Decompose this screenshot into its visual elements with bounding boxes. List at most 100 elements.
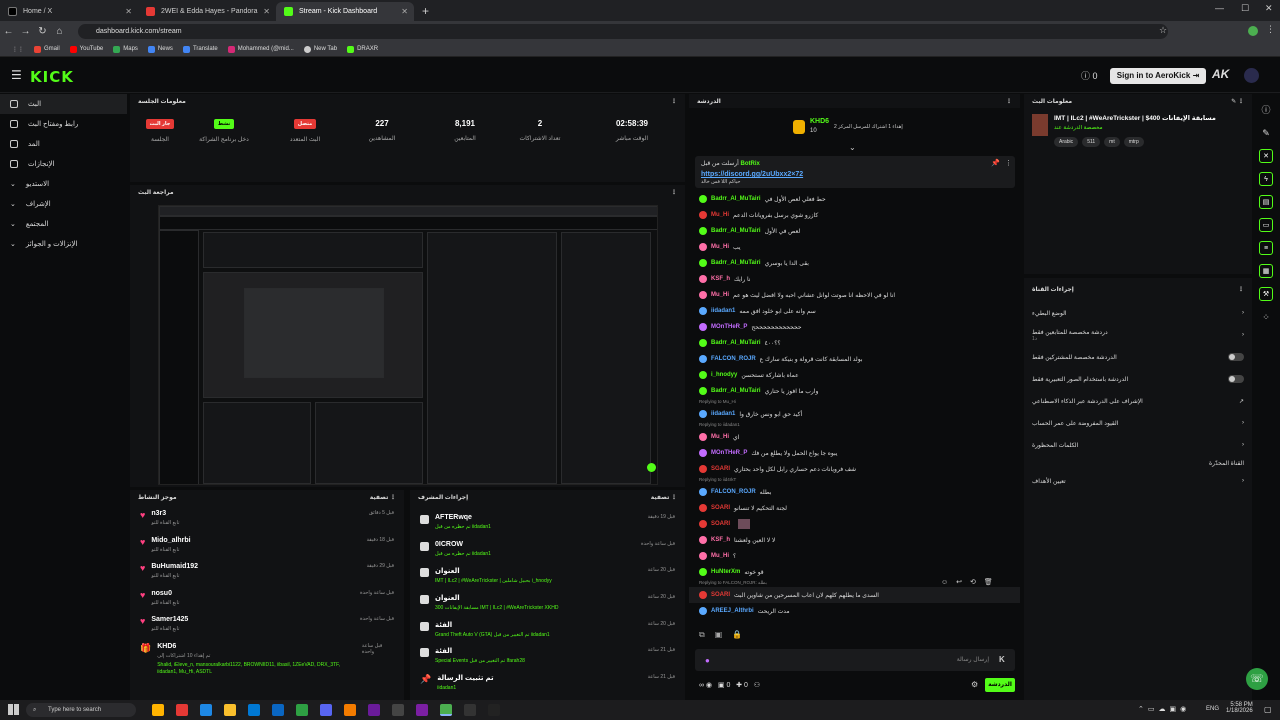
chat-message[interactable]: Badrr_Al_MuTairi لعص في الأول: [689, 223, 1020, 239]
bookmark-new-tab[interactable]: New Tab: [303, 45, 337, 53]
close-icon[interactable]: ✕: [401, 7, 408, 16]
minimize-icon[interactable]: —: [1215, 3, 1224, 13]
store-icon[interactable]: [248, 704, 260, 716]
chat-message[interactable]: Badrr_Al_MuTairi حط فعلي لعص الأول في: [689, 191, 1020, 207]
grid-icon[interactable]: ▦: [1259, 264, 1273, 278]
filter-button[interactable]: تصفية: [370, 495, 389, 501]
bookmark-news[interactable]: News: [147, 45, 173, 53]
info-icon[interactable]: ⓘ: [1259, 103, 1273, 117]
star-icon[interactable]: ☆: [1159, 25, 1167, 36]
tag[interactable]: 511: [1082, 137, 1101, 147]
clock[interactable]: 5:58 PM 1/18/2026: [1226, 702, 1253, 714]
setting-followers-only[interactable]: دردشة مخصصة للمتابعين فقط 1د ›: [1024, 324, 1252, 346]
system-tray-icons[interactable]: ⌃▭☁▣◉: [1138, 705, 1190, 713]
message-hover-actions[interactable]: ☺↩⟲🗑: [941, 578, 1001, 586]
folder-icon[interactable]: [224, 704, 236, 716]
discord-icon[interactable]: [320, 704, 332, 716]
tag[interactable]: mtrp: [1123, 137, 1144, 147]
chrome-icon[interactable]: [440, 704, 452, 716]
lightning-icon[interactable]: ϟ: [1259, 172, 1273, 186]
send-chat-button[interactable]: الدردشة: [985, 678, 1015, 692]
chat-message[interactable]: Mu_Hi اي: [689, 429, 1020, 445]
menu-icon[interactable]: ⋮: [1266, 24, 1275, 35]
chat-message[interactable]: AREEJ_Althrbi مدت الريحت: [689, 603, 1020, 619]
chat-message[interactable]: SOARI لجنة التحكيم لا تنسانو: [689, 500, 1020, 516]
more-icon[interactable]: ⋮: [1005, 159, 1012, 167]
windows-start-icon[interactable]: [8, 704, 19, 715]
emote-picker-icon[interactable]: K: [999, 655, 1005, 664]
chat-message[interactable]: Mu_Hi ؟: [689, 548, 1020, 564]
chat-message[interactable]: KSF_h نا رايك: [689, 271, 1020, 287]
pinned-message[interactable]: أرسلت من قبل BotRix https://discord.gg/2…: [695, 156, 1015, 188]
close-icon[interactable]: ✕: [263, 7, 270, 16]
more-icon[interactable]: ⋮: [1006, 98, 1012, 105]
app-icon[interactable]: [344, 704, 356, 716]
url-field[interactable]: dashboard.kick.com/stream: [78, 24, 1168, 39]
pencil-icon[interactable]: ✎: [1259, 126, 1273, 140]
new-tab-button[interactable]: +: [414, 2, 437, 21]
setting-goals[interactable]: تعيين الأهداف ›: [1024, 470, 1252, 492]
setting-slow-mode[interactable]: الوضع البطيء ›: [1024, 302, 1252, 324]
chat-message[interactable]: Mu_Hi يب: [689, 239, 1020, 255]
app-icon[interactable]: [416, 704, 428, 716]
chat-message[interactable]: Mu_Hi كازرو شوي برسل بفرويانات الدعم: [689, 207, 1020, 223]
apps-icon[interactable]: ⁘: [1259, 310, 1273, 324]
hamburger-menu-icon[interactable]: ☰: [11, 68, 22, 82]
bookmark-gmail[interactable]: Gmail: [34, 45, 60, 53]
bookmark-youtube[interactable]: YouTube: [69, 45, 103, 53]
chat-message[interactable]: SOARI: [689, 516, 1020, 532]
more-icon[interactable]: ⋮: [1238, 286, 1244, 293]
browser-tab-pandora[interactable]: 2WEI & Edda Hayes - Pandora ✕: [138, 2, 276, 21]
app-icon[interactable]: [368, 704, 380, 716]
notifications-icon[interactable]: ⓘ 0: [1081, 69, 1098, 82]
bookmark-draxr[interactable]: DRAXR: [347, 45, 378, 53]
pinned-link[interactable]: https://discord.gg/2uUbxx2×72: [695, 171, 1015, 178]
more-icon[interactable]: ⋮: [1238, 99, 1244, 105]
reload-icon[interactable]: ↻: [34, 26, 51, 37]
language-indicator[interactable]: ENG: [1206, 706, 1219, 712]
edge-icon[interactable]: [296, 704, 308, 716]
tag[interactable]: mt: [1104, 137, 1120, 147]
tag[interactable]: Arabic: [1054, 137, 1079, 147]
bookmark-instagram[interactable]: Mohammed (@mid...: [227, 45, 294, 53]
forward-icon[interactable]: →: [17, 26, 34, 37]
signin-aerokick-button[interactable]: Sign in to AeroKick ⇥: [1110, 68, 1206, 84]
browser-tab-x[interactable]: Home / X ✕: [0, 2, 138, 21]
chat-message[interactable]: FALCON_ROJR بولد المسابقة كانت قرولة و بن…: [689, 351, 1020, 367]
kick-logo[interactable]: KICK: [30, 68, 74, 86]
sidebar-item-community[interactable]: ⌄ المجتمع: [0, 214, 127, 234]
setting-banned-words[interactable]: الكلمات المحظورة ›: [1024, 434, 1252, 456]
widgets-icon[interactable]: [152, 704, 164, 716]
sidebar-item-media[interactable]: المد: [0, 134, 127, 154]
app-icon[interactable]: [488, 704, 500, 716]
app-icon[interactable]: [464, 704, 476, 716]
chat-message[interactable]: iidadan1 أكيد حق ابو ونس خارق وا: [689, 406, 1020, 422]
close-icon[interactable]: ✕: [125, 7, 132, 16]
app-icon[interactable]: [392, 704, 404, 716]
maximize-icon[interactable]: ☐: [1241, 3, 1249, 14]
chat-message[interactable]: SGARI شف فرويانات دعم حساري رابل لكل واحد…: [689, 461, 1020, 477]
window-close-icon[interactable]: ✕: [1265, 3, 1273, 14]
back-icon[interactable]: ←: [0, 26, 17, 37]
stream-preview-video[interactable]: [158, 205, 658, 485]
chat-tools-icons[interactable]: ⧉▣🔒: [699, 630, 752, 640]
chat-bubble-icon[interactable]: ▭: [1259, 218, 1273, 232]
setting-ai-moderation[interactable]: الإشراف على الدردشة عبر الذكاء الاصطناعي…: [1024, 390, 1252, 412]
chat-message[interactable]: FALCON_ROJR بطله: [689, 484, 1020, 500]
wrench-icon[interactable]: ⚒: [1259, 287, 1273, 301]
bookmark-maps[interactable]: Maps: [113, 45, 138, 53]
gear-icon[interactable]: ⚙: [971, 680, 978, 689]
more-icon[interactable]: ⋮: [671, 98, 677, 105]
notification-center-icon[interactable]: ▢: [1264, 705, 1272, 714]
emotes-only-toggle[interactable]: [1228, 375, 1244, 383]
chat-message[interactable]: MOnTHeR_P يبوه جا يواع الحمل ولا يطلع من …: [689, 445, 1020, 461]
sidebar-item-stream-key[interactable]: رابط ومفتاح البث: [0, 114, 127, 134]
chat-message[interactable]: Badrr_Al_MuTairi وارب ما افوز يا حتاري: [689, 383, 1020, 399]
chat-message-input[interactable]: إرسال رسالة: [695, 649, 1015, 671]
chat-message[interactable]: iidadan1 سم وانه على ابو خلود افق ممه: [689, 303, 1020, 319]
edit-icon[interactable]: ✎: [1231, 99, 1236, 105]
browser-tab-kick[interactable]: Stream - Kick Dashboard ✕: [276, 2, 414, 21]
word-icon[interactable]: [200, 704, 212, 716]
sidebar-item-achievements[interactable]: الإنجازات: [0, 154, 127, 174]
chat-message[interactable]: KSF_h لا لا العين ولعشنا: [689, 532, 1020, 548]
